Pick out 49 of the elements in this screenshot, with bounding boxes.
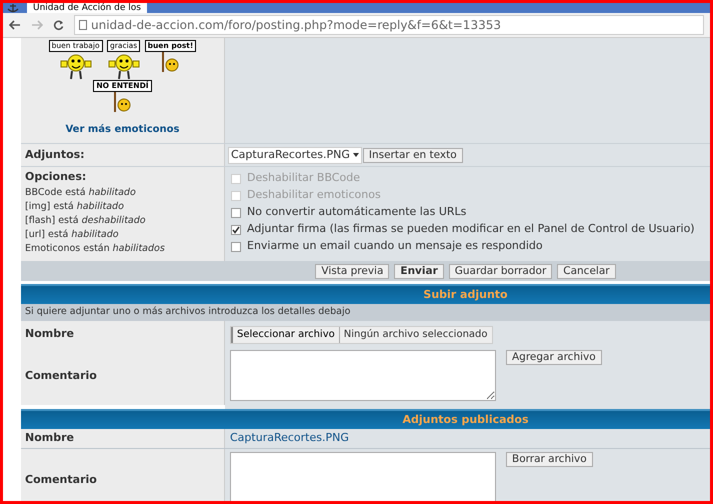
delete-file-button[interactable]: Borrar archivo: [506, 452, 593, 467]
field-label: Nombre: [25, 326, 74, 342]
reload-icon[interactable]: [53, 20, 64, 30]
action-button[interactable]: Vista previa: [315, 264, 390, 278]
back-icon[interactable]: [9, 20, 21, 30]
checkbox-label: Adjuntar firma (las firmas se pueden modificar en el Panel de Control de Usuario): [247, 221, 695, 238]
checkbox[interactable]: [231, 224, 241, 234]
action-button[interactable]: Guardar borrador: [448, 264, 552, 278]
field-label: Opciones:: [25, 169, 88, 185]
field-label: Adjuntos:: [25, 146, 85, 163]
choose-file-button[interactable]: Seleccionar archivo: [231, 326, 340, 342]
thumbs-up-smiley-icon: [58, 52, 93, 80]
option-status-text: [url] está habilitado: [25, 228, 120, 242]
section-title: Adjuntos publicados: [402, 412, 529, 428]
file-input[interactable]: Seleccionar archivo Ningún archivo seleccionado: [230, 326, 493, 344]
thumbs-up-smiley-icon: [106, 52, 141, 80]
attachment-select[interactable]: CapturaRecortes.PNG: [228, 146, 362, 164]
page-icon: [79, 20, 87, 30]
section-title: Subir adjunto: [423, 286, 508, 303]
add-file-button[interactable]: Agregar archivo: [506, 350, 602, 365]
option-status-text: Emoticonos están habilitados: [25, 242, 166, 256]
field-label: Comentario: [25, 368, 97, 384]
smiley-holding-sign-icon: [160, 52, 180, 72]
field-label: Nombre: [25, 430, 74, 446]
smiley-holding-sign-icon: [112, 92, 132, 112]
checkbox-label: No convertir automáticamente las URLs: [247, 204, 466, 220]
action-button[interactable]: Enviar: [394, 264, 444, 278]
option-status-text: [flash] está deshabilitado: [25, 214, 147, 228]
dropdown-caret-icon: [352, 153, 359, 157]
checkbox-label: Deshabilitar BBCode: [247, 170, 360, 186]
field-label: Comentario: [25, 472, 97, 488]
action-button[interactable]: Cancelar: [557, 264, 616, 278]
file-name-text: CapturaRecortes.PNG: [230, 430, 349, 446]
option-status-text: [img] está habilitado: [25, 200, 125, 214]
forward-icon[interactable]: [31, 20, 43, 30]
more-emoticons-link[interactable]: Ver más emoticonos: [65, 122, 180, 137]
checkbox-label: Enviarme un email cuando un mensaje es respondido: [247, 238, 543, 254]
url-text: unidad-de-accion.com/foro/posting.php?mode=reply&f=6&t=13353: [91, 17, 501, 34]
address-bar[interactable]: unidad-de-accion.com/foro/posting.php?mode=reply&f=6&t=13353: [74, 15, 704, 35]
comment-field[interactable]: [230, 452, 496, 501]
checkbox[interactable]: [231, 208, 241, 218]
hint-text: Si quiere adjuntar uno o más archivos introduzca los detalles debajo: [25, 305, 350, 320]
file-status-text: Ningún archivo seleccionado: [342, 328, 489, 342]
comment-field[interactable]: [230, 350, 496, 401]
insert-button[interactable]: Insertar en texto: [362, 148, 463, 162]
option-status-text: BBCode está habilitado: [25, 186, 137, 200]
checkbox[interactable]: [231, 242, 241, 252]
checkbox-label: Deshabilitar emoticonos: [247, 187, 381, 204]
anchor-icon: [7, 3, 19, 13]
